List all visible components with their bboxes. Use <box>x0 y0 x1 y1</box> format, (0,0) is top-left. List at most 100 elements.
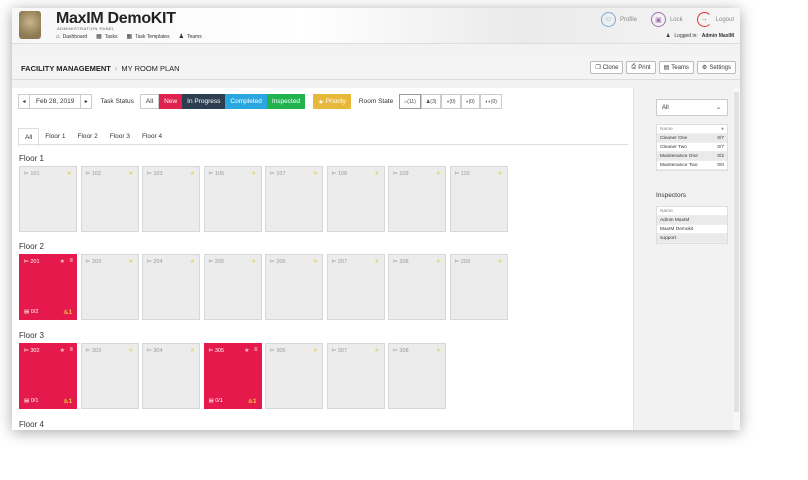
print-button[interactable]: ⎙ Print <box>626 61 656 74</box>
lock-button[interactable]: ▣ Lock <box>650 12 683 27</box>
star-icon[interactable]: ★ <box>374 170 379 177</box>
room-number: ⊨ 101 <box>24 171 40 177</box>
table-row[interactable]: Maintenance Two 0/0 <box>657 161 727 170</box>
star-icon[interactable]: ★ <box>497 258 502 265</box>
room-card[interactable]: ⊨ 307 ★ <box>326 343 385 409</box>
status-in-progress-button[interactable]: In Progress <box>182 94 226 109</box>
nav-task-templates[interactable]: ▦ Task Templates <box>127 33 170 41</box>
priority-button[interactable]: ★ Priority <box>313 94 351 109</box>
star-icon[interactable]: ★ <box>313 170 318 177</box>
star-icon[interactable]: ★ <box>436 170 441 177</box>
clone-button[interactable]: ❐ Clone <box>590 61 624 74</box>
star-icon[interactable]: ★ <box>374 347 379 354</box>
star-icon[interactable]: ★ <box>190 347 195 354</box>
room-card[interactable]: ⊨ 107 ★ <box>265 166 323 232</box>
tab-divider <box>18 144 628 145</box>
room-card[interactable]: ⊨ 208 ★ <box>388 254 446 320</box>
room-state-dnd[interactable]: ◖ (0) <box>441 94 461 109</box>
room-state-combined[interactable]: ◖◗ (0) <box>479 94 502 109</box>
star-icon[interactable]: ★ <box>313 347 318 354</box>
room-state-service[interactable]: ◗ (0) <box>460 94 480 109</box>
room-card[interactable]: ⊨ 206 ★ <box>265 254 323 320</box>
menu-icon[interactable]: ≡ <box>254 347 258 353</box>
room-card[interactable]: ⊨ 304 ★ <box>142 343 200 409</box>
nav-dashboard[interactable]: ⌂ Dashboard <box>56 33 87 40</box>
star-icon[interactable]: ★ <box>60 347 65 354</box>
status-inspected-button[interactable]: Inspected <box>266 94 306 109</box>
info-icon: ● <box>721 126 724 132</box>
table-row[interactable]: Admin MaxIM <box>657 216 727 225</box>
table-row[interactable]: support <box>657 234 727 243</box>
star-icon[interactable]: ★ <box>251 258 256 265</box>
room-card[interactable]: ⊨ 302 ★ ≡ ▤ 0/1 ♨1 <box>19 343 77 409</box>
room-card[interactable]: ⊨ 305 ★ ≡ ▤ 0/1 ♨1 <box>203 343 262 409</box>
table-row[interactable]: Maintenance One 0/2 <box>657 152 727 161</box>
floor-title: Floor 1 <box>19 154 44 163</box>
star-icon[interactable]: ★ <box>190 170 195 177</box>
menu-icon[interactable]: ≡ <box>69 347 73 353</box>
room-card[interactable]: ⊨ 110 ★ <box>449 166 508 232</box>
room-state-vacant[interactable]: ⌂ (11) <box>399 94 421 109</box>
table-row[interactable]: MaxIM Demokit <box>657 225 727 234</box>
star-icon[interactable]: ★ <box>436 258 441 265</box>
room-card[interactable]: ⊨ 101 ★ <box>19 166 77 232</box>
room-card[interactable]: ⊨ 203 ★ <box>80 254 139 320</box>
room-card[interactable]: ⊨ 308 ★ <box>388 343 446 409</box>
prev-day-button[interactable]: ◂ <box>18 94 30 109</box>
room-card[interactable]: ⊨ 105 ★ <box>203 166 262 232</box>
logout-button[interactable]: → Logout <box>696 12 734 27</box>
scrollbar[interactable] <box>733 88 740 430</box>
star-icon[interactable]: ★ <box>60 258 65 265</box>
room-card[interactable]: ⊨ 204 ★ <box>142 254 200 320</box>
star-icon[interactable]: ★ <box>128 258 133 265</box>
room-card[interactable]: ⊨ 102 ★ <box>80 166 139 232</box>
star-icon[interactable]: ★ <box>128 170 133 177</box>
status-all-button[interactable]: All <box>139 94 160 109</box>
menu-icon[interactable]: ≡ <box>69 258 73 264</box>
star-icon[interactable]: ★ <box>497 170 502 177</box>
star-icon[interactable]: ★ <box>436 347 441 354</box>
room-card[interactable]: ⊨ 109 ★ <box>388 166 446 232</box>
room-number: ⊨ 201 <box>24 259 40 265</box>
star-icon[interactable]: ★ <box>128 347 133 354</box>
lock-icon: ▣ <box>650 12 666 27</box>
star-icon[interactable]: ★ <box>313 258 318 265</box>
scrollbar-thumb[interactable] <box>734 92 739 412</box>
logged-in-info: ♟ Logged in: Admin MaxIM <box>665 33 734 39</box>
star-icon[interactable]: ★ <box>244 347 249 354</box>
status-new-button[interactable]: New <box>159 94 183 109</box>
star-icon[interactable]: ★ <box>374 258 379 265</box>
home-icon: ⌂ <box>56 33 60 40</box>
floor-title: Floor 4 <box>19 420 44 429</box>
table-row[interactable]: Cleaner One 0/7 <box>657 134 727 143</box>
room-card[interactable]: ⊨ 306 ★ <box>265 343 323 409</box>
settings-button[interactable]: ⚙ Settings <box>696 61 736 74</box>
star-icon[interactable]: ★ <box>251 170 256 177</box>
next-day-button[interactable]: ▸ <box>80 94 93 109</box>
room-card[interactable]: ⊨ 205 ★ <box>203 254 262 320</box>
date-display[interactable]: Feb 28, 2019 <box>30 94 81 109</box>
profile-button[interactable]: ☺ Profile <box>600 12 637 27</box>
profile-icon: ☺ <box>600 12 616 27</box>
room-card[interactable]: ⊨ 209 ★ <box>449 254 508 320</box>
breadcrumb-section[interactable]: FACILITY MANAGEMENT <box>21 64 111 73</box>
room-plan-panel: ◂ Feb 28, 2019 ▸ Task Status All New In … <box>12 88 634 430</box>
room-card[interactable]: ⊨ 303 ★ <box>80 343 139 409</box>
star-icon[interactable]: ★ <box>190 258 195 265</box>
team-filter-select[interactable]: All ⌄ <box>656 99 728 116</box>
room-card[interactable]: ⊨ 201 ★ ≡ ▤ 0/2 ♨1 <box>19 254 77 320</box>
teams-button[interactable]: ▤ Teams <box>658 61 694 74</box>
room-card[interactable]: ⊨ 103 ★ <box>142 166 200 232</box>
table-row[interactable]: Cleaner Two 0/7 <box>657 143 727 152</box>
inspectors-table: Name Admin MaxIM MaxIM Demokit support <box>656 206 728 244</box>
room-card[interactable]: ⊨ 108 ★ <box>326 166 385 232</box>
nav-teams[interactable]: ♟ Teams <box>179 33 202 41</box>
room-number: ⊨ 207 <box>331 259 348 265</box>
room-card[interactable]: ⊨ 207 ★ <box>326 254 385 320</box>
status-completed-button[interactable]: Completed <box>225 94 267 109</box>
star-icon[interactable]: ★ <box>67 170 72 177</box>
teams-icon: ▤ <box>663 65 670 71</box>
room-state-occupied[interactable]: ♟ (3) <box>420 94 442 109</box>
task-count: ▤ 0/2 <box>24 309 39 315</box>
nav-tasks[interactable]: ▦ Tasks <box>96 33 117 41</box>
